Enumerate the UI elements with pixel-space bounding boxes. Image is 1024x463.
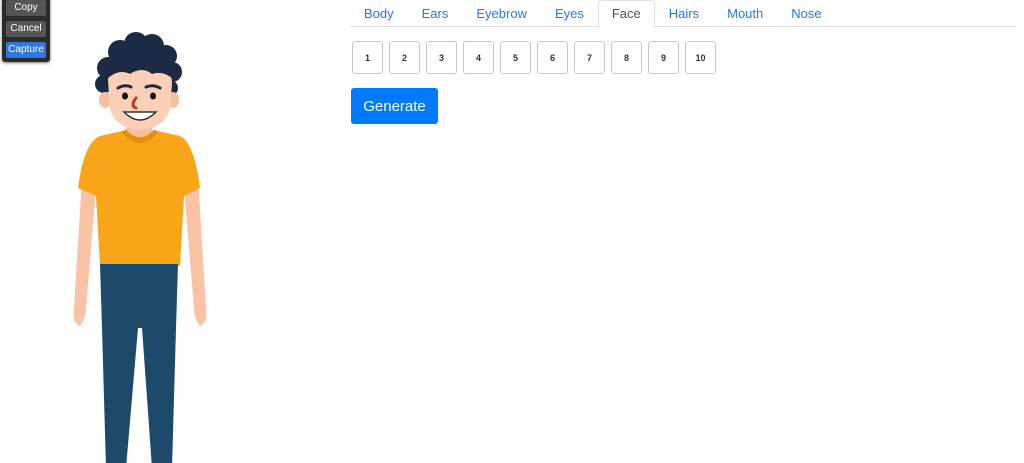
tab-ears[interactable]: Ears bbox=[408, 0, 463, 27]
page: Copy Cancel Capture Body Ears Eyebrow Ey… bbox=[0, 0, 1024, 463]
tab-eyebrow[interactable]: Eyebrow bbox=[462, 0, 541, 27]
option-button-9[interactable]: 9 bbox=[648, 41, 679, 74]
option-button-1[interactable]: 1 bbox=[352, 41, 383, 74]
right-eye bbox=[150, 92, 156, 100]
tab-eyes[interactable]: Eyes bbox=[541, 0, 598, 27]
left-eye bbox=[122, 92, 128, 100]
shirt bbox=[78, 130, 200, 266]
tab-nose[interactable]: Nose bbox=[777, 0, 835, 27]
option-button-4[interactable]: 4 bbox=[463, 41, 494, 74]
cancel-button[interactable]: Cancel bbox=[6, 21, 46, 37]
option-button-2[interactable]: 2 bbox=[389, 41, 420, 74]
left-arm bbox=[73, 178, 96, 326]
tab-hairs[interactable]: Hairs bbox=[655, 0, 713, 27]
feature-tabs: Body Ears Eyebrow Eyes Face Hairs Mouth … bbox=[350, 0, 1016, 27]
option-button-3[interactable]: 3 bbox=[426, 41, 457, 74]
character-avatar bbox=[73, 32, 207, 463]
option-button-10[interactable]: 10 bbox=[685, 41, 716, 74]
copy-button[interactable]: Copy bbox=[6, 0, 46, 16]
right-arm bbox=[184, 178, 207, 326]
capture-button[interactable]: Capture bbox=[6, 42, 46, 58]
option-button-8[interactable]: 8 bbox=[611, 41, 642, 74]
option-button-7[interactable]: 7 bbox=[574, 41, 605, 74]
pants bbox=[100, 264, 178, 463]
generate-button[interactable]: Generate bbox=[351, 88, 438, 124]
tab-face[interactable]: Face bbox=[597, 0, 655, 27]
capture-toolbar: Copy Cancel Capture bbox=[2, 0, 50, 62]
tab-body[interactable]: Body bbox=[350, 0, 408, 27]
option-button-5[interactable]: 5 bbox=[500, 41, 531, 74]
tab-mouth[interactable]: Mouth bbox=[713, 0, 777, 27]
option-button-6[interactable]: 6 bbox=[537, 41, 568, 74]
face-options: 1 2 3 4 5 6 7 8 9 10 bbox=[352, 41, 716, 74]
